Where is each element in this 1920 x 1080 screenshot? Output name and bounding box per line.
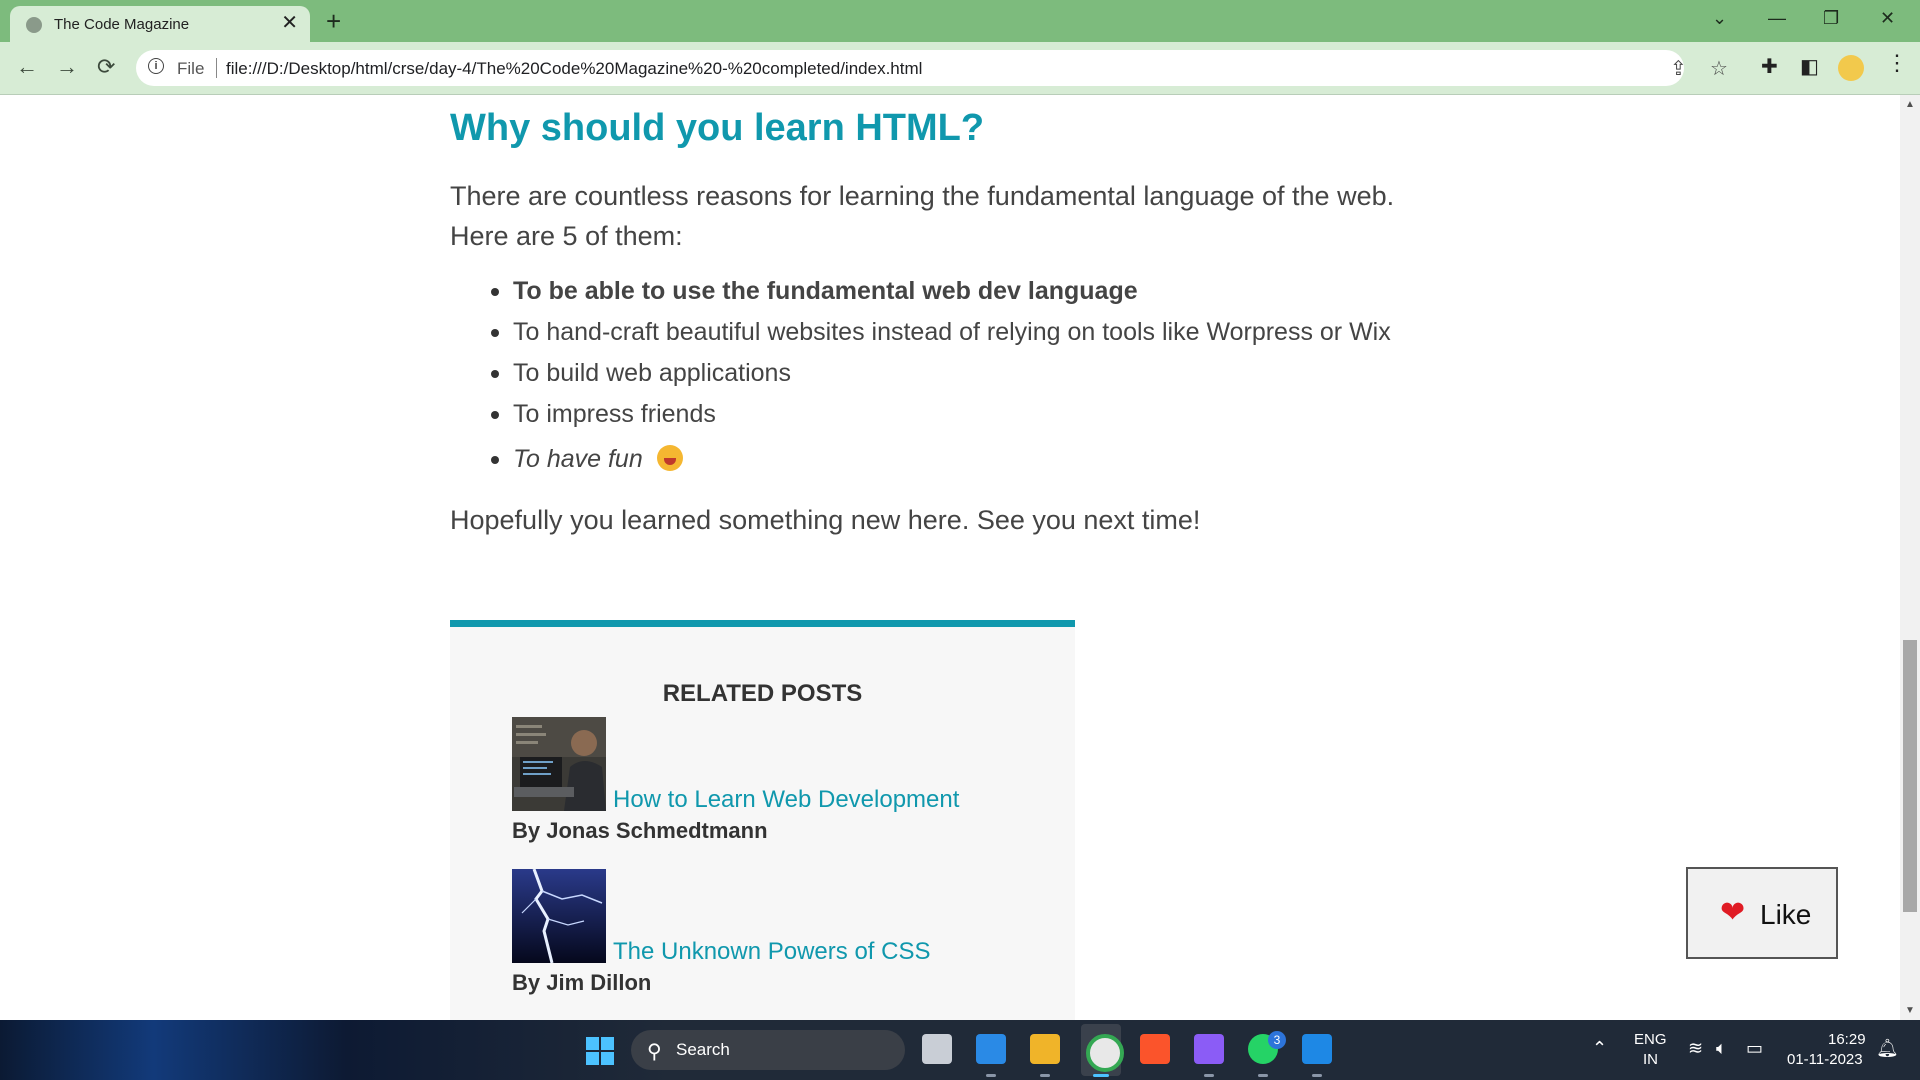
clipchamp-icon[interactable] [1194, 1034, 1224, 1064]
browser-menu-icon[interactable]: ⋮ [1886, 50, 1908, 76]
page-scrollbar[interactable]: ▲ ▼ [1900, 95, 1920, 1020]
side-panel-icon[interactable]: ◧ [1800, 54, 1819, 79]
clock-time[interactable]: 16:29 [1828, 1031, 1866, 1048]
tab-title: The Code Magazine [54, 16, 190, 33]
notification-bell-icon[interactable]: 🔔︎ [1876, 1038, 1899, 1059]
app-running-indicator [986, 1074, 996, 1077]
notification-badge: 3 [1268, 1031, 1286, 1049]
app-running-indicator [1312, 1074, 1322, 1077]
url-text[interactable]: file:///D:/Desktop/html/crse/day-4/The%2… [226, 59, 922, 79]
post-author: By Jim Dillon [512, 970, 652, 995]
scrollbar-thumb[interactable] [1903, 640, 1917, 912]
browser-titlebar: The Code Magazine ✕ + ⌄ — ❐ ✕ [0, 0, 1920, 42]
battery-icon[interactable]: ▭ [1746, 1038, 1763, 1059]
chrome-icon[interactable] [1086, 1034, 1124, 1072]
post-author: By Jonas Schmedtmann [512, 818, 768, 843]
list-item: To hand-craft beautiful websites instead… [491, 312, 1391, 353]
language-bottom[interactable]: IN [1643, 1051, 1658, 1068]
like-button-label: Like [1760, 899, 1812, 930]
minimize-icon[interactable]: — [1768, 8, 1786, 29]
restore-icon[interactable]: ❐ [1823, 8, 1839, 29]
close-window-icon[interactable]: ✕ [1880, 8, 1895, 29]
address-bar[interactable]: i File file:///D:/Desktop/html/crse/day-… [136, 50, 1728, 86]
tab-close-icon[interactable]: ✕ [281, 13, 298, 33]
volume-icon[interactable]: 🔈︎ [1716, 1038, 1727, 1059]
intro-paragraph: There are countless reasons for learning… [450, 181, 1395, 251]
related-posts-box: RELATED POSTS How to Learn Web Developme… [450, 620, 1075, 1020]
list-item: To be able to use the fundamental web de… [491, 271, 1391, 312]
reload-icon[interactable]: ⟳ [97, 54, 115, 80]
section-heading: Why should you learn HTML? [450, 107, 985, 149]
chevron-up-icon[interactable]: ⌃ [1592, 1038, 1607, 1059]
profile-avatar[interactable] [1838, 55, 1864, 81]
scroll-down-arrow-icon[interactable]: ▼ [1905, 1005, 1915, 1016]
wifi-icon[interactable]: ≋ [1688, 1038, 1703, 1059]
list-item-text: To have fun [513, 445, 643, 473]
like-button[interactable]: ❤ Like [1686, 867, 1838, 959]
info-icon[interactable]: i [148, 58, 164, 74]
task-view-icon[interactable] [922, 1034, 952, 1064]
post-link[interactable]: How to Learn Web Development [613, 786, 959, 814]
back-arrow-icon[interactable]: ← [16, 54, 38, 80]
clock-date[interactable]: 01-11-2023 [1787, 1051, 1863, 1068]
file-explorer-icon[interactable] [1030, 1034, 1060, 1064]
search-icon: ⚲ [647, 1041, 662, 1063]
related-posts-title: RELATED POSTS [662, 680, 863, 707]
page-viewport: Why should you learn HTML? There are cou… [0, 95, 1900, 1020]
post-thumbnail-image[interactable] [512, 717, 606, 811]
new-tab-button[interactable]: + [326, 5, 341, 37]
brave-icon[interactable] [1140, 1034, 1170, 1064]
search-placeholder: Search [676, 1040, 730, 1059]
photos-icon[interactable] [1302, 1034, 1332, 1064]
list-item: To have fun [491, 439, 1391, 480]
grinning-face-emoji-icon [656, 445, 683, 471]
heart-icon: ❤ [1720, 896, 1746, 929]
browser-tab[interactable]: The Code Magazine ✕ [10, 6, 310, 42]
reasons-list: To be able to use the fundamental web de… [491, 271, 1391, 480]
browser-toolbar: ← → ⟳ i File file:///D:/Desktop/html/crs… [0, 42, 1920, 95]
post-thumbnail-image[interactable] [512, 869, 606, 963]
extensions-icon[interactable]: ✚ [1761, 54, 1778, 79]
language-top[interactable]: ENG [1634, 1031, 1667, 1048]
scroll-up-arrow-icon[interactable]: ▲ [1905, 99, 1915, 110]
tab-search-chevron-icon[interactable]: ⌄ [1712, 8, 1727, 29]
bookmark-star-icon[interactable]: ☆ [1710, 56, 1728, 81]
vscode-icon[interactable] [976, 1034, 1006, 1064]
url-scheme-label: File [177, 59, 205, 78]
forward-arrow-icon[interactable]: → [56, 54, 78, 80]
closing-paragraph: Hopefully you learned something new here… [450, 505, 1201, 535]
app-running-indicator [1204, 1074, 1214, 1077]
windows-start-icon[interactable] [586, 1037, 614, 1065]
app-active-indicator [1093, 1074, 1109, 1077]
share-icon[interactable]: ⇪ [1670, 56, 1687, 81]
globe-icon [26, 17, 42, 33]
app-running-indicator [1040, 1074, 1050, 1077]
list-item: To build web applications [491, 353, 1391, 394]
windows-taskbar: ⚲ Search 3 ⌃ ENG IN ≋ 🔈︎ ▭ 16:29 01-11-2… [0, 1020, 1920, 1080]
post-link[interactable]: The Unknown Powers of CSS [613, 938, 930, 966]
taskbar-search-box[interactable]: ⚲ Search [631, 1030, 905, 1070]
url-divider [216, 58, 217, 78]
list-item: To impress friends [491, 394, 1391, 435]
app-running-indicator [1258, 1074, 1268, 1077]
